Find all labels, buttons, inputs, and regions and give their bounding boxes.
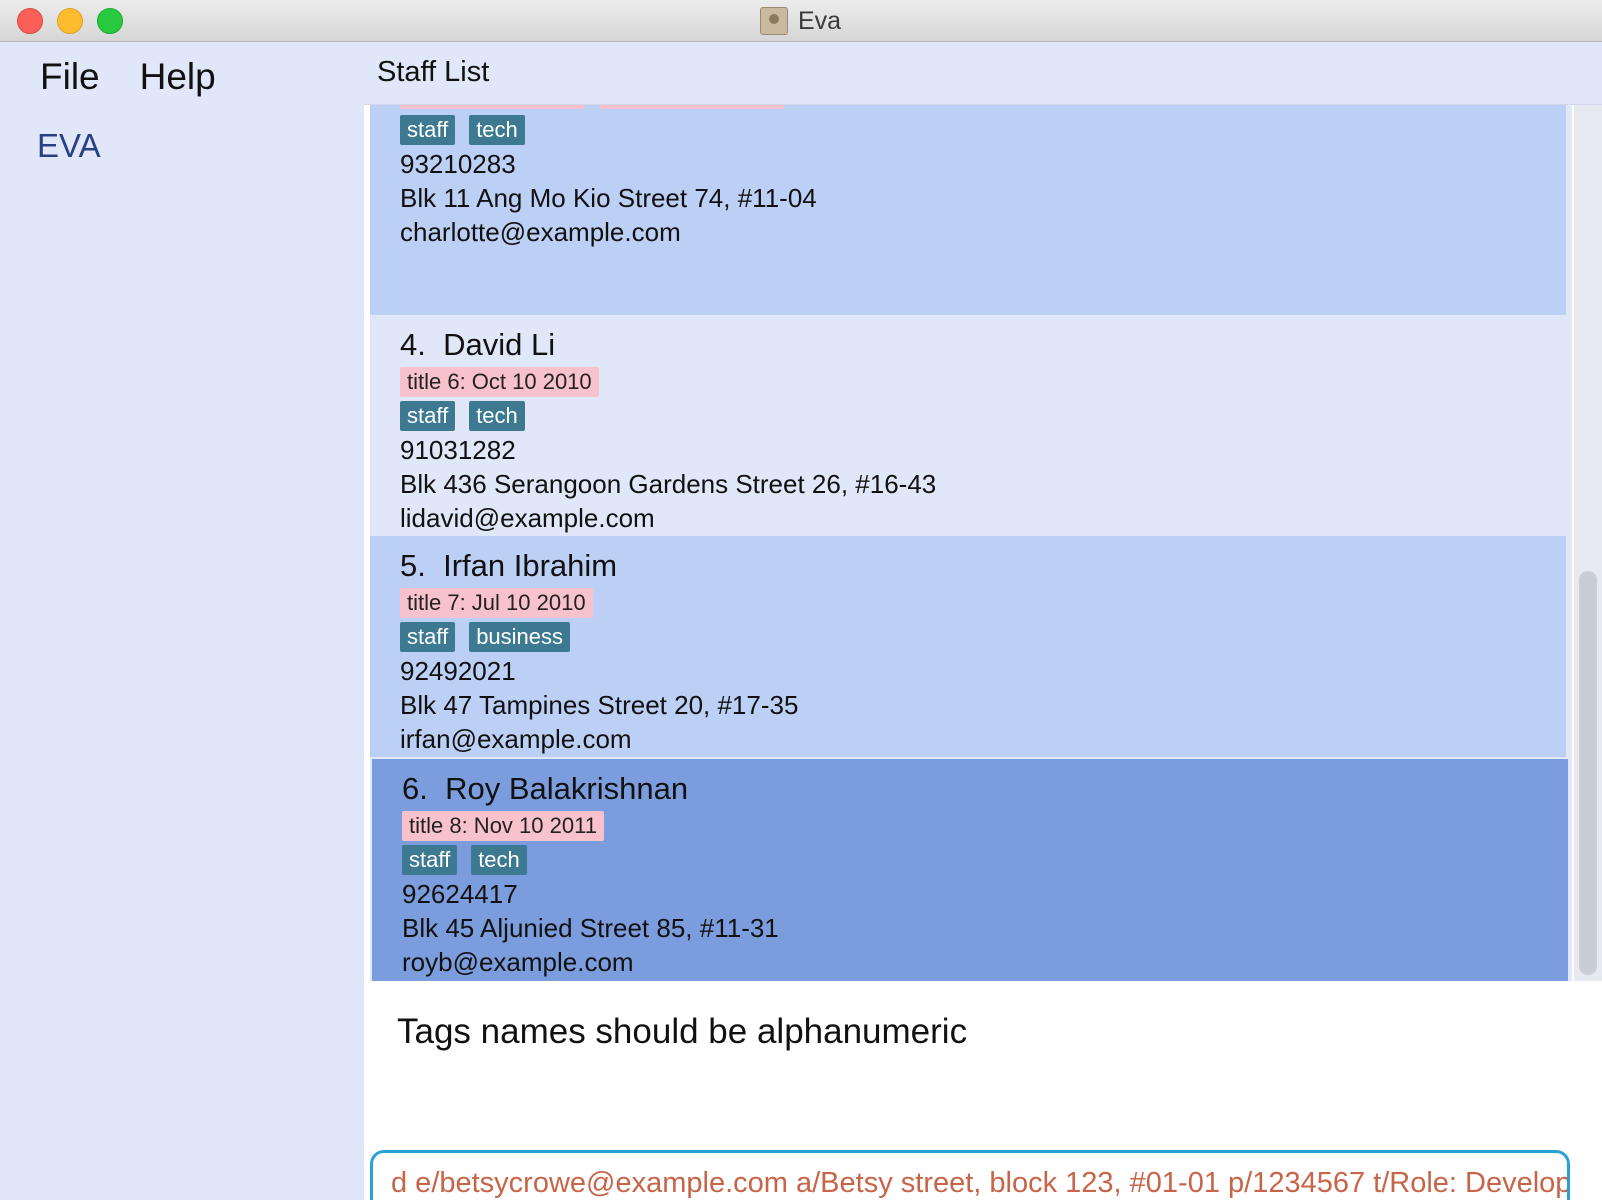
email: royb@example.com [402, 947, 634, 977]
result-message: Tags names should be alphanumeric [397, 1012, 968, 1051]
email: charlotte@example.com [400, 217, 681, 247]
staff-name-row: 5. Irfan Ibrahim [400, 546, 1566, 586]
list-item-roy-balakrishnan-selected[interactable]: 6. Roy Balakrishnan title 8: Nov 10 2011… [372, 759, 1568, 981]
title-badge: title 8: Nov 10 2011 [402, 811, 604, 841]
staff-list-header: Staff List [364, 42, 1602, 105]
phone: 92624417 [402, 879, 518, 909]
list-scrollbar-thumb[interactable] [1579, 571, 1597, 975]
staff-name: Roy Balakrishnan [445, 771, 689, 806]
title-badge [400, 105, 584, 109]
app-window: Eva File Help EVA Staff List staff tech [0, 0, 1602, 1200]
staff-name: David Li [443, 327, 556, 362]
window-title-group: Eva [760, 6, 841, 36]
command-text[interactable]: d e/betsycrowe@example.com a/Betsy stree… [391, 1167, 1567, 1200]
left-panel: File Help EVA [2, 42, 365, 1200]
tag: tech [469, 115, 525, 145]
address: Blk 47 Tampines Street 20, #17-35 [400, 690, 799, 720]
tag: tech [471, 845, 527, 875]
close-window-button[interactable] [17, 8, 43, 34]
right-panel: Staff List staff tech 93210283 Blk 11 An… [364, 42, 1602, 1200]
address: Blk 11 Ang Mo Kio Street 74, #11-04 [400, 183, 817, 213]
staff-name: Irfan Ibrahim [443, 548, 618, 583]
help-menu[interactable]: Help [140, 56, 216, 98]
staff-list-title: Staff List [377, 56, 490, 88]
list-item-irfan-ibrahim[interactable]: 5. Irfan Ibrahim title 7: Jul 10 2010 st… [370, 536, 1566, 757]
menu-bar: File Help [40, 56, 216, 98]
tag-row: staff tech [400, 399, 1566, 433]
file-menu[interactable]: File [40, 56, 100, 98]
phone: 93210283 [400, 149, 516, 179]
window-title: Eva [798, 6, 842, 35]
command-input[interactable]: d e/betsycrowe@example.com a/Betsy stree… [370, 1150, 1570, 1200]
address: Blk 436 Serangoon Gardens Street 26, #16… [400, 469, 937, 499]
email: irfan@example.com [400, 724, 632, 754]
staff-name-row: 4. David Li [400, 325, 1566, 365]
list-scrollbar[interactable] [1574, 105, 1602, 981]
staff-index: 5. [400, 548, 426, 583]
tag: staff [400, 622, 456, 652]
tag: staff [400, 401, 456, 431]
tag-row: staff tech [400, 113, 1566, 147]
tag: staff [402, 845, 458, 875]
title-badge: title 7: Jul 10 2010 [400, 588, 593, 618]
phone: 92492021 [400, 656, 516, 686]
tag: tech [469, 401, 525, 431]
email: lidavid@example.com [400, 503, 655, 533]
sidebar-eva-label[interactable]: EVA [37, 127, 101, 165]
staff-index: 6. [402, 771, 428, 806]
title-bar: Eva [0, 0, 1602, 42]
list-item-david-li[interactable]: 4. David Li title 6: Oct 10 2010 staff t… [370, 315, 1566, 536]
staff-index: 4. [400, 327, 426, 362]
title-badge: title 6: Oct 10 2010 [400, 367, 599, 397]
list-item-partial[interactable]: staff tech 93210283 Blk 11 Ang Mo Kio St… [370, 105, 1566, 315]
tag-row: staff tech [402, 843, 1568, 877]
result-display: Tags names should be alphanumeric [364, 982, 1602, 1152]
contacts-app-icon [760, 7, 788, 35]
tag: business [469, 622, 571, 652]
tag-row: staff business [400, 620, 1566, 654]
phone: 91031282 [400, 435, 516, 465]
maximize-window-button[interactable] [97, 8, 123, 34]
partial-title-badges [400, 105, 1566, 111]
minimize-window-button[interactable] [57, 8, 83, 34]
tag: staff [400, 115, 456, 145]
staff-list[interactable]: staff tech 93210283 Blk 11 Ang Mo Kio St… [370, 105, 1572, 981]
staff-name-row: 6. Roy Balakrishnan [402, 769, 1568, 809]
title-badge [600, 105, 784, 109]
address: Blk 45 Aljunied Street 85, #11-31 [402, 913, 779, 943]
